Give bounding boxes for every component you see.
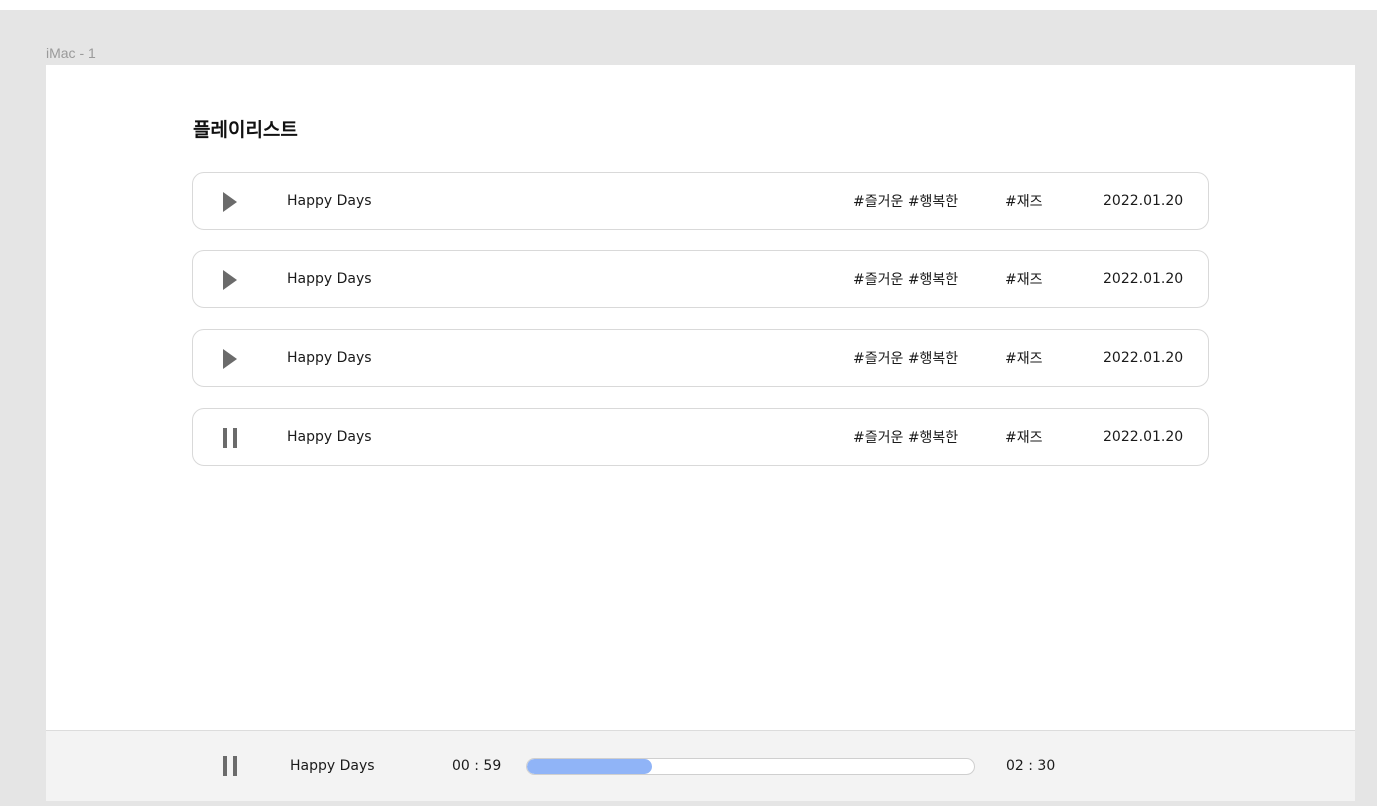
track-date: 2022.01.20 (1103, 271, 1184, 287)
track-row-active[interactable]: Happy Days #즐거운 #행복한 #재즈 2022.01.20 (192, 408, 1209, 466)
track-row[interactable]: Happy Days #즐거운 #행복한 #재즈 2022.01.20 (192, 172, 1209, 230)
play-icon[interactable] (219, 269, 241, 291)
track-title: Happy Days (287, 193, 372, 209)
page-title: 플레이리스트 (193, 119, 298, 141)
track-date: 2022.01.20 (1103, 429, 1184, 445)
pause-icon[interactable] (219, 427, 241, 449)
elapsed-time: 00 : 59 (452, 758, 502, 774)
track-genre-tag: #재즈 (1005, 194, 1043, 210)
play-icon[interactable] (219, 191, 241, 213)
now-playing-title: Happy Days (290, 758, 375, 774)
imac-frame: 플레이리스트 Happy Days #즐거운 #행복한 #재즈 2022.01.… (46, 65, 1355, 801)
track-title: Happy Days (287, 429, 372, 445)
track-mood-tags: #즐거운 #행복한 (853, 194, 959, 210)
track-genre-tag: #재즈 (1005, 430, 1043, 446)
progress-bar[interactable] (526, 758, 975, 775)
track-row[interactable]: Happy Days #즐거운 #행복한 #재즈 2022.01.20 (192, 329, 1209, 387)
track-title: Happy Days (287, 350, 372, 366)
total-time: 02 : 30 (1006, 758, 1056, 774)
progress-fill (527, 759, 653, 774)
pause-icon[interactable] (220, 756, 240, 776)
track-title: Happy Days (287, 271, 372, 287)
frame-label: iMac - 1 (46, 45, 96, 61)
play-icon[interactable] (219, 348, 241, 370)
track-mood-tags: #즐거운 #행복한 (853, 351, 959, 367)
track-genre-tag: #재즈 (1005, 351, 1043, 367)
track-genre-tag: #재즈 (1005, 272, 1043, 288)
track-mood-tags: #즐거운 #행복한 (853, 272, 959, 288)
track-date: 2022.01.20 (1103, 350, 1184, 366)
track-mood-tags: #즐거운 #행복한 (853, 430, 959, 446)
now-playing-bar: Happy Days 00 : 59 02 : 30 (46, 730, 1355, 801)
track-date: 2022.01.20 (1103, 193, 1184, 209)
design-canvas: iMac - 1 플레이리스트 Happy Days #즐거운 #행복한 #재즈… (0, 10, 1377, 806)
track-row[interactable]: Happy Days #즐거운 #행복한 #재즈 2022.01.20 (192, 250, 1209, 308)
